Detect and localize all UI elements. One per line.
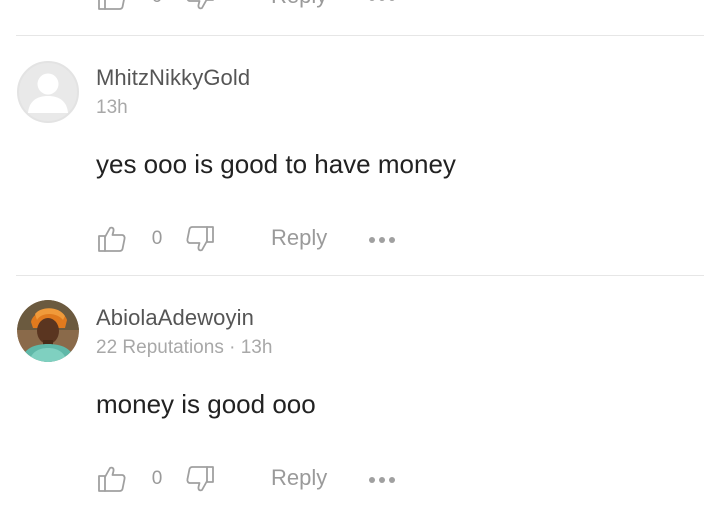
like-button[interactable]	[96, 222, 128, 256]
comment-meta: 22 Reputations · 13h	[96, 337, 273, 358]
thumbs-up-icon	[98, 226, 126, 252]
comment-username[interactable]: MhitzNikkyGold	[96, 65, 250, 91]
avatar[interactable]	[17, 61, 79, 123]
more-dots-icon	[369, 477, 395, 483]
comment-actions: 0 Reply	[0, 222, 720, 258]
comment-text: money is good ooo	[96, 389, 316, 419]
dislike-button[interactable]	[184, 462, 216, 496]
reply-button[interactable]: Reply	[271, 225, 327, 251]
thumbs-down-icon	[186, 0, 214, 10]
comment-item: AbiolaAdewoyin 22 Reputations · 13h mone…	[0, 276, 720, 515]
user-photo	[17, 300, 79, 362]
comment-text: yes ooo is good to have money	[96, 149, 456, 179]
like-button[interactable]	[96, 462, 128, 496]
thumbs-up-icon	[98, 0, 125, 10]
thumbs-down-icon	[186, 466, 214, 492]
reply-button[interactable]: Reply	[271, 0, 327, 9]
avatar[interactable]	[17, 300, 79, 362]
more-button[interactable]	[366, 468, 398, 492]
dislike-button[interactable]	[184, 222, 216, 256]
comment-actions: 0 Reply	[0, 462, 720, 498]
like-count: 0	[150, 0, 164, 8]
like-button[interactable]	[96, 0, 128, 14]
more-dots-icon	[369, 237, 395, 243]
reply-button[interactable]: Reply	[271, 465, 327, 491]
thumbs-up-icon	[98, 466, 126, 492]
comment-timestamp: 13h	[96, 97, 128, 118]
like-count: 0	[151, 468, 163, 489]
more-dots-icon	[369, 0, 395, 1]
comment-username[interactable]: AbiolaAdewoyin	[96, 305, 254, 331]
like-count: 0	[151, 228, 163, 249]
dislike-button[interactable]	[184, 0, 216, 14]
previous-comment-actions: 0 Reply	[0, 0, 720, 16]
default-avatar-icon	[28, 73, 68, 113]
more-button[interactable]	[366, 0, 398, 10]
thumbs-down-icon	[186, 226, 214, 252]
more-button[interactable]	[366, 228, 398, 252]
comment-item: MhitzNikkyGold 13h yes ooo is good to ha…	[0, 36, 720, 274]
comments-page: 0 Reply MhitzNikkyGold 13h yes ooo	[0, 0, 720, 515]
